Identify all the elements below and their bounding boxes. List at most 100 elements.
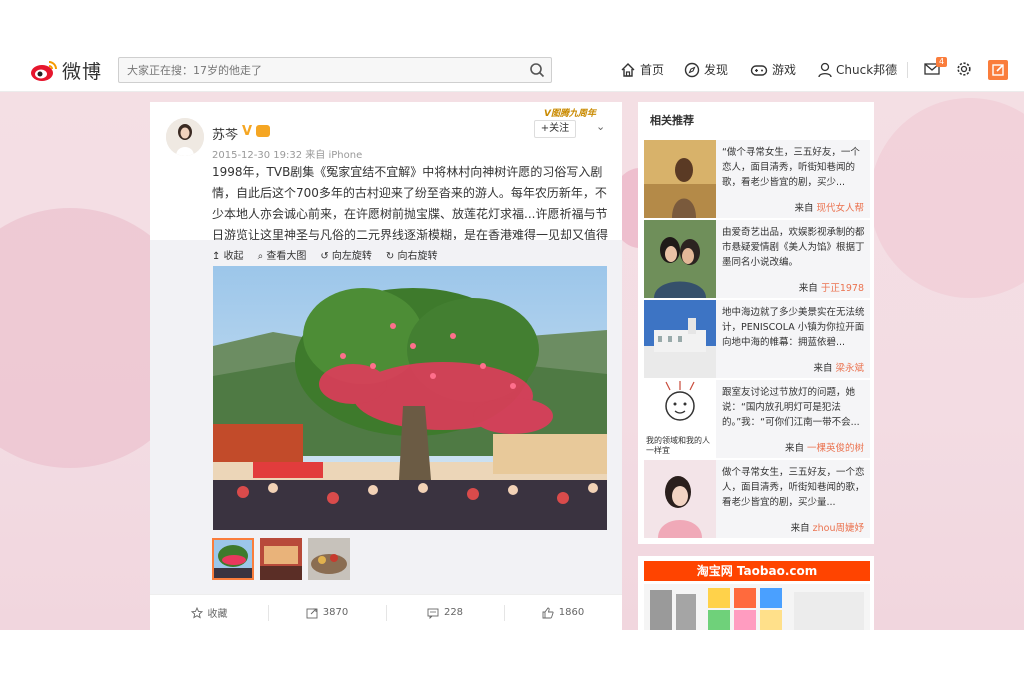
recommendation-image [644, 220, 716, 298]
thumbnail[interactable] [308, 538, 350, 580]
tool-label: 收起 [223, 251, 244, 262]
recommendation-photo [644, 140, 716, 218]
weibo-logo[interactable]: 微博 [30, 57, 102, 84]
compose-button[interactable] [988, 60, 1008, 80]
recommendation-text: 由爱奇艺出品，欢娱影视承制的都市悬疑爱情剧《美人为馅》根据丁墨同名小说改编。 [722, 227, 865, 268]
tool-label: 查看大图 [266, 251, 307, 262]
action-label: 1860 [558, 607, 585, 618]
like-button[interactable]: 1860 [504, 595, 622, 630]
recommendation-author[interactable]: 梁永斌 [835, 363, 864, 374]
recommendation-source: 来自 现代女人帮 [794, 200, 864, 214]
from-label: 来自 [790, 523, 810, 534]
recommendation-photo [644, 460, 716, 538]
recommendation-text: 做个寻常女生，三五好友，一个恋人，面目清秀，听街知巷闻的歌，看老少皆宜的剧，买少… [722, 467, 865, 508]
home-icon [621, 62, 635, 77]
recommendation-source: 来自 于正1978 [799, 280, 864, 294]
search-box [118, 57, 552, 83]
comment-button[interactable]: 228 [386, 595, 504, 630]
rotate-left-button[interactable]: ↺ 向左旋转 [320, 247, 372, 262]
nav-label: 游戏 [772, 63, 797, 77]
action-label: 228 [443, 607, 464, 618]
nav-label: 首页 [640, 63, 665, 77]
recommendation-item[interactable]: 做个寻常女生，三五好友，一个恋人，面目清秀，听街知巷闻的歌，看老少皆宜的剧，买少… [644, 460, 870, 538]
recommendation-item[interactable]: 我的领域和我的人一样宜 跟室友讨论过节放灯的问题，她说：“国内放孔明灯可是犯法的… [644, 380, 870, 458]
star-icon [190, 606, 203, 619]
recommendation-text: “做个寻常女生，三五好友，一个恋人，面目清秀，听街知巷闻的歌，看老少皆宜的剧，买… [722, 147, 860, 188]
nav-home[interactable]: 首页 [620, 61, 664, 78]
collapse-media-button[interactable]: ↥ 收起 [212, 247, 244, 262]
post-photo[interactable] [213, 266, 607, 530]
recommendation-image [644, 460, 716, 538]
ad-title: 淘宝网 Taobao.com [644, 561, 870, 581]
search-icon[interactable] [529, 62, 545, 78]
comment-icon [427, 608, 439, 619]
action-label: 收藏 [207, 609, 228, 620]
thumbnail-image [308, 538, 350, 580]
chevron-down-icon[interactable]: ⌄ [596, 120, 605, 133]
like-icon [542, 607, 554, 618]
nav-label: Chuck邦德 [836, 63, 898, 77]
recommendation-photo [644, 220, 716, 298]
recommendation-source: 来自 梁永斌 [813, 360, 864, 374]
post-meta[interactable]: 2015-12-30 19:32 来自 iPhone [212, 146, 362, 161]
recommendation-image [644, 140, 716, 218]
compass-icon [684, 62, 700, 77]
media-toolbar: ↥ 收起 ⌕ 查看大图 ↺ 向左旋转 ↻ 向右旋转 [212, 247, 451, 262]
nav-user[interactable]: Chuck邦德 [818, 61, 897, 78]
from-label: 来自 [794, 203, 814, 214]
side-panel-title: 相关推荐 [650, 114, 694, 127]
user-icon [818, 62, 832, 77]
drawing-caption: 我的领域和我的人一样宜 [646, 436, 710, 455]
recommendation-author[interactable]: 一棵英俊的树 [807, 443, 864, 454]
post-username[interactable]: 苏芩 [212, 124, 238, 143]
favorite-button[interactable]: 收藏 [150, 595, 268, 630]
related-recommendations-panel: 相关推荐 “做个寻常女生，三五好友，一个恋人，面目清秀，听街知巷闻的歌，看老少皆… [638, 102, 874, 544]
recommendation-text: 地中海边就了多少美景实在无法统计，PENISCOLA 小镇为你拉开面向地中海的帷… [722, 307, 865, 348]
member-crown-icon [256, 125, 270, 137]
message-count-badge: 4 [936, 57, 948, 67]
gamepad-icon [750, 64, 768, 76]
tool-label: 向左旋转 [331, 251, 372, 262]
recommendation-source: 来自 一棵英俊的树 [785, 440, 864, 454]
recommendation-image: 我的领域和我的人一样宜 [644, 380, 716, 458]
follow-promo-tag: V图腾九周年 [544, 109, 596, 119]
thumbnail-image [214, 540, 252, 578]
thumbnail[interactable] [212, 538, 254, 580]
nav-label: 发现 [704, 63, 729, 77]
nav-divider [907, 62, 908, 78]
taobao-ad[interactable]: 淘宝网 Taobao.com [638, 556, 874, 630]
view-large-button[interactable]: ⌕ 查看大图 [258, 247, 307, 262]
nav-discover[interactable]: 发现 [684, 61, 728, 78]
logo-text: 微博 [62, 61, 103, 83]
recommendation-photo [644, 300, 716, 378]
recommendation-author[interactable]: zhou周婕妤 [813, 523, 864, 534]
recommendation-author[interactable]: 于正1978 [821, 283, 864, 294]
recommendation-author[interactable]: 现代女人帮 [816, 203, 864, 214]
wishing-tree-photo [213, 266, 607, 530]
rotate-right-button[interactable]: ↻ 向右旋转 [386, 247, 438, 262]
repost-button[interactable]: 3870 [268, 595, 386, 630]
from-label: 来自 [813, 363, 833, 374]
avatar-image [166, 118, 204, 156]
search-input[interactable] [119, 58, 519, 82]
recommendation-drawing [644, 380, 716, 440]
post-card: 苏芩 V 2015-12-30 19:32 来自 iPhone V图腾九周年 +… [150, 102, 622, 630]
recommendation-text: 跟室友讨论过节放灯的问题，她说：“国内放孔明灯可是犯法的。”我：“可你们江南一带… [722, 387, 860, 428]
gear-icon[interactable] [956, 61, 972, 77]
top-navigation-bar: 微博 首页 发现 游戏 C [0, 48, 1024, 92]
media-box: ↥ 收起 ⌕ 查看大图 ↺ 向左旋转 ↻ 向右旋转 [150, 240, 622, 594]
action-label: 3870 [322, 607, 349, 618]
tool-label: 向右旋转 [397, 251, 438, 262]
nav-games[interactable]: 游戏 [750, 61, 796, 78]
follow-button[interactable]: +关注 [534, 120, 576, 138]
from-label: 来自 [784, 443, 804, 454]
recommendation-item[interactable]: “做个寻常女生，三五好友，一个恋人，面目清秀，听街知巷闻的歌，看老少皆宜的剧，买… [644, 140, 870, 218]
thumbnail[interactable] [260, 538, 302, 580]
verified-badge: V [242, 124, 253, 139]
recommendation-item[interactable]: 地中海边就了多少美景实在无法统计，PENISCOLA 小镇为你拉开面向地中海的帷… [644, 300, 870, 378]
recommendation-image [644, 300, 716, 378]
photo-thumbnails [212, 538, 356, 580]
thumbnail-image [260, 538, 302, 580]
recommendation-item[interactable]: 由爱奇艺出品，欢娱影视承制的都市悬疑爱情剧《美人为馅》根据丁墨同名小说改编。 来… [644, 220, 870, 298]
avatar[interactable] [166, 118, 204, 156]
